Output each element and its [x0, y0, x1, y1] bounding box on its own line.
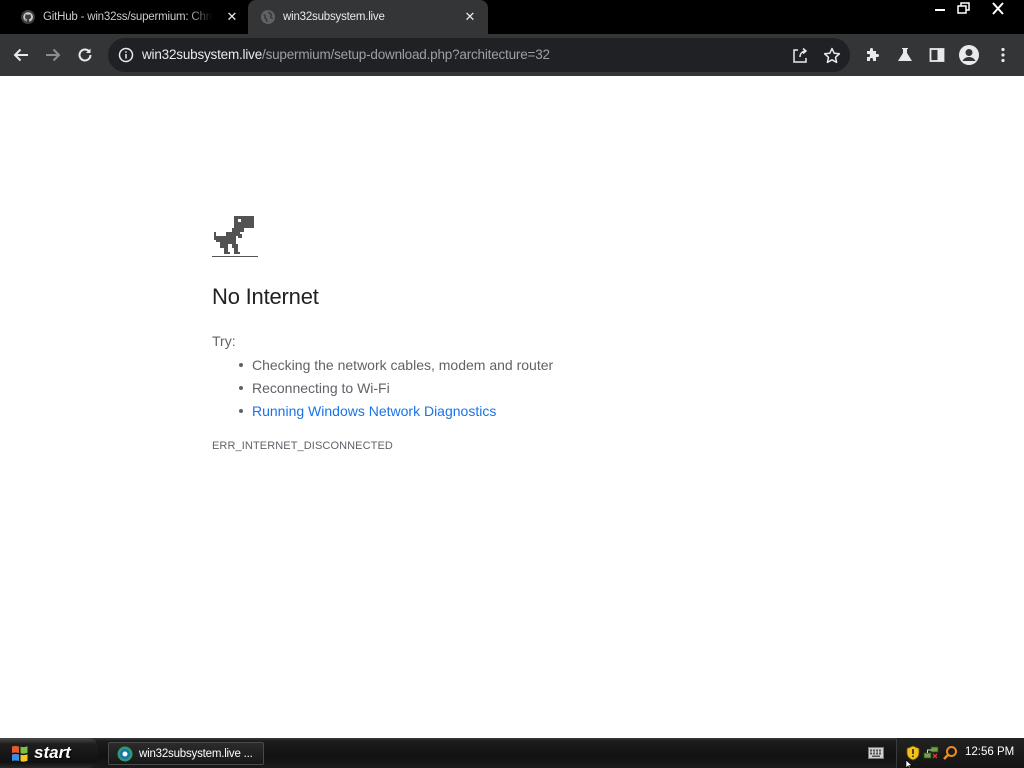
- bookmark-star-icon[interactable]: [822, 46, 842, 66]
- tab-title: GitHub - win32ss/supermium: Chromium for…: [43, 11, 213, 23]
- restore-icon[interactable]: [952, 0, 976, 18]
- page-title: No Internet: [212, 284, 319, 309]
- suggestion-reconnect-wifi: Reconnecting to Wi-Fi: [238, 379, 553, 402]
- taskbar-window-button[interactable]: win32subsystem.live ...: [108, 742, 264, 765]
- address-bar[interactable]: win32subsystem.live/supermium/setup-down…: [108, 38, 850, 72]
- avatar-icon: [959, 45, 979, 65]
- system-tray: 12:56 PM: [896, 738, 1024, 768]
- url-path: /supermium/setup-download.php?architectu…: [262, 47, 550, 62]
- error-code: ERR_INTERNET_DISCONNECTED: [212, 440, 393, 452]
- back-button[interactable]: [6, 40, 36, 70]
- tab-title: win32subsystem.live: [283, 11, 385, 23]
- browser-icon: [117, 746, 133, 761]
- arrow-left-icon: [13, 48, 28, 62]
- side-panel-button[interactable]: [922, 40, 952, 70]
- url-host: win32subsystem.live: [142, 47, 263, 62]
- labs-button[interactable]: [890, 40, 920, 70]
- kebab-menu-icon: [1001, 47, 1005, 63]
- tab-strip: GitHub - win32ss/supermium: Chromium for…: [0, 0, 1024, 34]
- security-shield-icon[interactable]: [905, 745, 921, 761]
- close-icon[interactable]: ✕: [462, 9, 478, 25]
- globe-icon: [261, 10, 275, 24]
- mouse-cursor-icon: [905, 760, 913, 768]
- extensions-button[interactable]: [858, 40, 888, 70]
- reload-button[interactable]: [70, 40, 100, 70]
- menu-button[interactable]: [988, 40, 1018, 70]
- clock: 12:56 PM: [965, 746, 1015, 758]
- page-content: No Internet Try: Checking the network ca…: [0, 76, 1024, 738]
- start-label: start: [34, 743, 71, 762]
- minimize-icon[interactable]: [928, 0, 952, 18]
- flask-icon: [898, 48, 912, 61]
- dinosaur-icon: [212, 216, 258, 257]
- profile-button[interactable]: [954, 40, 984, 70]
- share-icon[interactable]: [790, 46, 810, 66]
- url-text[interactable]: win32subsystem.live/supermium/setup-down…: [142, 47, 550, 62]
- taskbar-window-label: win32subsystem.live ...: [139, 747, 253, 760]
- reload-icon: [78, 48, 92, 62]
- browser-toolbar: win32subsystem.live/supermium/setup-down…: [0, 34, 1024, 76]
- github-icon: [21, 10, 35, 24]
- try-label: Try:: [212, 333, 236, 349]
- suggestions-list: Checking the network cables, modem and r…: [238, 356, 553, 425]
- tab-github[interactable]: GitHub - win32ss/supermium: Chromium for…: [8, 0, 248, 34]
- search-icon[interactable]: [942, 745, 958, 761]
- side-panel-icon: [929, 48, 945, 62]
- network-diagnostics-link[interactable]: Running Windows Network Diagnostics: [238, 402, 553, 425]
- tab-win32subsystem[interactable]: win32subsystem.live ✕: [248, 0, 488, 34]
- taskbar: start win32subsystem.live ... 12:56 PM: [0, 738, 1024, 768]
- keyboard-icon[interactable]: [868, 747, 884, 759]
- start-button[interactable]: start: [0, 738, 98, 768]
- close-icon[interactable]: ✕: [224, 9, 240, 25]
- arrow-right-icon: [46, 48, 61, 62]
- windows-logo-icon: [12, 746, 28, 762]
- network-icon[interactable]: [923, 745, 939, 761]
- suggestion-check-cables: Checking the network cables, modem and r…: [238, 356, 553, 379]
- info-icon[interactable]: [118, 47, 134, 63]
- window-close-icon[interactable]: [986, 0, 1010, 18]
- forward-button[interactable]: [38, 40, 68, 70]
- puzzle-icon: [867, 48, 879, 61]
